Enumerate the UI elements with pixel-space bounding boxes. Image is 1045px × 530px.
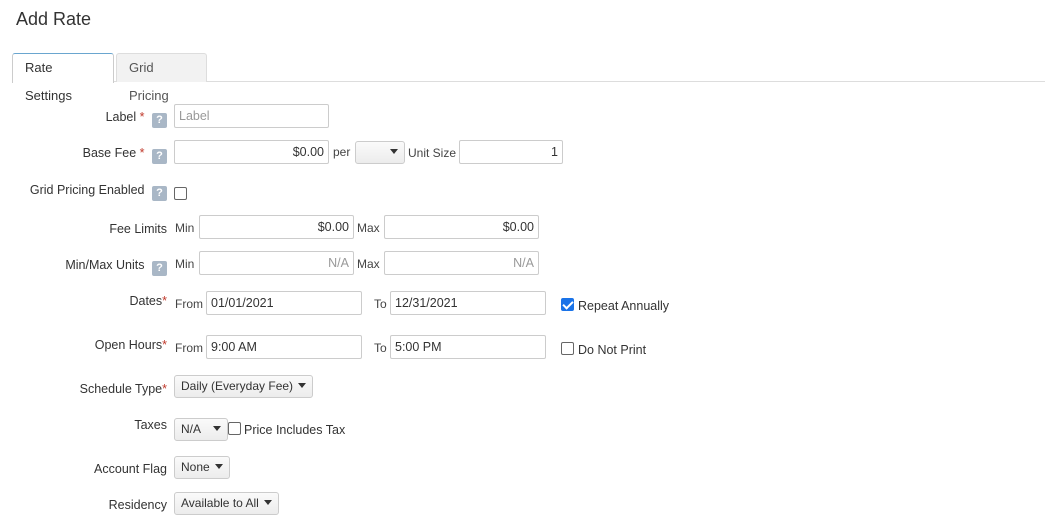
repeat-annually-checkbox[interactable] bbox=[561, 298, 574, 311]
minmax-units-label: Min/Max Units ? bbox=[65, 258, 167, 276]
help-icon[interactable]: ? bbox=[152, 113, 167, 128]
taxes-label: Taxes bbox=[134, 418, 167, 432]
unit-size-label: Unit Size bbox=[408, 146, 457, 160]
dates-to-input[interactable] bbox=[390, 291, 546, 315]
repeat-annually-label: Repeat Annually bbox=[578, 299, 670, 313]
dates-label: Dates* bbox=[129, 294, 167, 308]
required-mark: * bbox=[162, 382, 167, 396]
fee-max-input[interactable] bbox=[384, 215, 539, 239]
help-icon[interactable]: ? bbox=[152, 186, 167, 201]
help-icon[interactable]: ? bbox=[152, 261, 167, 276]
do-not-print-checkbox[interactable] bbox=[561, 342, 574, 355]
hours-to-input[interactable] bbox=[390, 335, 546, 359]
grid-pricing-label: Grid Pricing Enabled ? bbox=[30, 183, 167, 201]
price-includes-tax-checkbox[interactable] bbox=[228, 422, 241, 435]
grid-pricing-checkbox[interactable] bbox=[174, 187, 187, 200]
account-flag-select[interactable]: None bbox=[174, 456, 230, 479]
chevron-down-icon bbox=[390, 149, 398, 154]
fee-min-label: Min bbox=[175, 221, 195, 235]
chevron-down-icon bbox=[298, 383, 307, 388]
dates-from-input[interactable] bbox=[206, 291, 362, 315]
fee-limits-label: Fee Limits bbox=[109, 222, 167, 236]
chevron-down-icon bbox=[263, 500, 272, 505]
base-fee-label: Base Fee * ? bbox=[83, 146, 167, 164]
units-max-label: Max bbox=[357, 257, 380, 271]
label-field-label: Label * ? bbox=[106, 110, 167, 128]
base-fee-input[interactable] bbox=[174, 140, 329, 164]
schedule-type-select[interactable]: Daily (Everyday Fee) bbox=[174, 375, 314, 398]
tab-rate-settings[interactable]: Rate Settings bbox=[12, 53, 114, 103]
required-mark: * bbox=[139, 146, 145, 160]
required-mark: * bbox=[162, 338, 167, 352]
hours-from-label: From bbox=[175, 341, 203, 355]
units-min-input[interactable] bbox=[199, 251, 354, 275]
residency-label: Residency bbox=[108, 498, 167, 512]
units-min-label: Min bbox=[175, 257, 195, 271]
per-select[interactable] bbox=[355, 141, 405, 164]
dates-to-label: To bbox=[374, 297, 387, 311]
dates-from-label: From bbox=[175, 297, 203, 311]
residency-select[interactable]: Available to All bbox=[174, 492, 279, 515]
chevron-down-icon bbox=[214, 464, 223, 469]
required-mark: * bbox=[162, 294, 167, 308]
page-title: Add Rate bbox=[16, 9, 92, 29]
fee-max-label: Max bbox=[357, 221, 380, 235]
tab-grid-pricing[interactable]: Grid Pricing bbox=[116, 53, 207, 103]
hours-to-label: To bbox=[374, 341, 387, 355]
chevron-down-icon bbox=[213, 426, 222, 431]
help-icon[interactable]: ? bbox=[152, 149, 167, 164]
price-includes-tax-label: Price Includes Tax bbox=[244, 423, 346, 437]
hours-from-input[interactable] bbox=[206, 335, 362, 359]
unit-size-input[interactable] bbox=[459, 140, 563, 164]
label-input[interactable] bbox=[174, 104, 329, 128]
per-label: per bbox=[333, 145, 351, 159]
do-not-print-label: Do Not Print bbox=[578, 343, 647, 357]
units-max-input[interactable] bbox=[384, 251, 539, 275]
account-flag-label: Account Flag bbox=[94, 462, 167, 476]
taxes-select[interactable]: N/A bbox=[174, 418, 229, 441]
required-mark: * bbox=[139, 110, 145, 124]
fee-min-input[interactable] bbox=[199, 215, 354, 239]
schedule-type-label: Schedule Type* bbox=[79, 382, 167, 396]
open-hours-label: Open Hours* bbox=[94, 338, 167, 352]
